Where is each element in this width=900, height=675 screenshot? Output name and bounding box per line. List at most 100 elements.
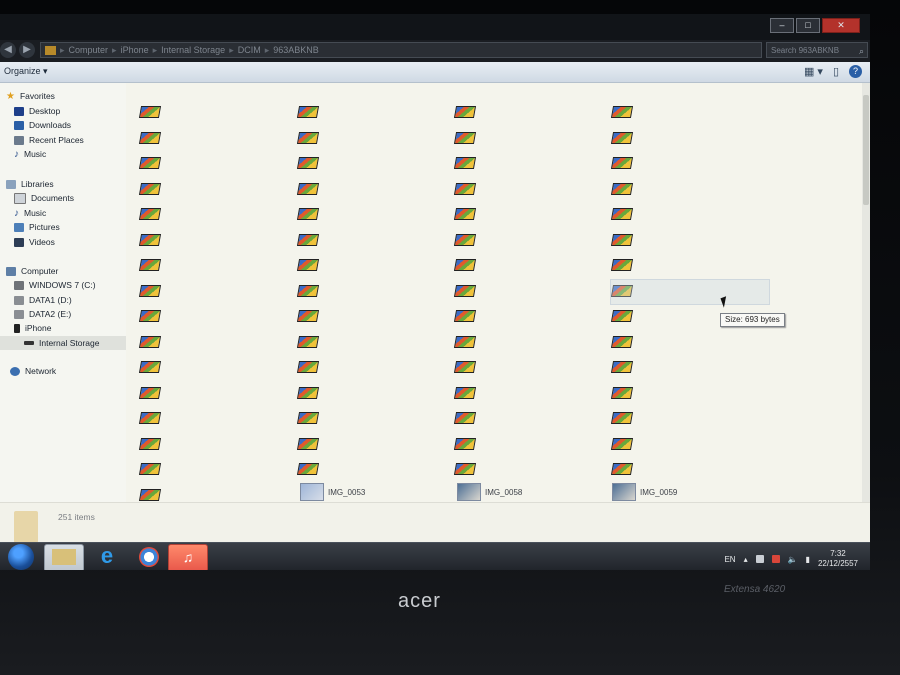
file-icon[interactable] (610, 154, 634, 170)
file-icon[interactable] (610, 384, 634, 400)
nav-drive-d[interactable]: DATA1 (D:) (14, 293, 72, 307)
file-icon[interactable] (453, 384, 477, 400)
breadcrumb-internal-storage[interactable]: Internal Storage (161, 43, 225, 57)
file-icon[interactable] (296, 180, 320, 196)
file-icon[interactable] (610, 358, 634, 374)
scrollbar-thumb[interactable] (863, 95, 869, 205)
file-icon[interactable] (138, 486, 162, 502)
file-icon[interactable] (296, 435, 320, 451)
file-icon[interactable] (453, 435, 477, 451)
file-icon[interactable] (610, 129, 634, 145)
file-icon[interactable] (138, 358, 162, 374)
file-icon[interactable] (610, 103, 634, 119)
file-item[interactable]: IMG_0059 (612, 483, 677, 501)
volume-icon[interactable]: 🔈 (788, 555, 798, 564)
nav-favorites[interactable]: ★ Favorites (6, 89, 55, 103)
minimize-button[interactable]: – (770, 18, 794, 33)
file-icon[interactable] (138, 154, 162, 170)
close-button[interactable]: ✕ (822, 18, 860, 33)
file-icon[interactable] (138, 333, 162, 349)
file-icon[interactable] (138, 256, 162, 272)
file-icon[interactable] (453, 307, 477, 323)
file-icon[interactable] (138, 460, 162, 476)
file-icon[interactable] (296, 154, 320, 170)
file-icon[interactable] (296, 282, 320, 298)
taskbar-itunes-button[interactable]: ♫ (168, 544, 208, 570)
file-icon[interactable] (296, 205, 320, 221)
file-icon[interactable] (296, 409, 320, 425)
breadcrumb-dcim[interactable]: DCIM (238, 43, 261, 57)
file-icon[interactable] (610, 460, 634, 476)
file-icon[interactable] (138, 129, 162, 145)
forward-button[interactable]: ▶ (19, 42, 35, 58)
file-icon[interactable] (138, 205, 162, 221)
file-icon[interactable] (453, 205, 477, 221)
file-icon[interactable] (610, 409, 634, 425)
nav-iphone[interactable]: iPhone (14, 321, 51, 335)
file-icon[interactable] (296, 307, 320, 323)
nav-drive-e[interactable]: DATA2 (E:) (14, 307, 71, 321)
back-button[interactable]: ◀ (0, 42, 16, 58)
file-item[interactable]: IMG_0058 (457, 483, 522, 501)
help-icon[interactable]: ? (849, 65, 862, 78)
file-icon[interactable] (453, 409, 477, 425)
view-options-icon[interactable]: ▦ ▾ (804, 65, 823, 78)
search-input[interactable]: Search 963ABKNB ⌕ (766, 42, 868, 58)
nav-library-music[interactable]: ♪ Music (14, 206, 46, 220)
language-indicator[interactable]: EN (724, 555, 735, 564)
file-icon[interactable] (610, 231, 634, 247)
file-icon[interactable] (296, 384, 320, 400)
file-icon[interactable] (138, 103, 162, 119)
file-icon[interactable] (296, 256, 320, 272)
breadcrumb-iphone[interactable]: iPhone (121, 43, 149, 57)
nav-pictures[interactable]: Pictures (14, 220, 60, 234)
nav-music[interactable]: ♪ Music (14, 147, 46, 161)
nav-network[interactable]: Network (10, 364, 56, 378)
preview-pane-icon[interactable]: ▯ (833, 65, 839, 78)
nav-downloads[interactable]: Downloads (14, 118, 71, 132)
file-icon[interactable] (453, 256, 477, 272)
file-icon[interactable] (453, 103, 477, 119)
file-icon[interactable] (138, 180, 162, 196)
breadcrumb-current-folder[interactable]: 963ABKNB (273, 43, 319, 57)
file-icon[interactable] (453, 358, 477, 374)
file-icon[interactable] (296, 129, 320, 145)
file-icon[interactable] (138, 307, 162, 323)
nav-desktop[interactable]: Desktop (14, 104, 60, 118)
nav-recent-places[interactable]: Recent Places (14, 133, 84, 147)
file-icon[interactable] (453, 129, 477, 145)
maximize-button[interactable]: □ (796, 18, 820, 33)
organize-menu[interactable]: Organize ▾ (4, 66, 48, 77)
file-icon[interactable] (296, 460, 320, 476)
file-icon[interactable] (453, 154, 477, 170)
start-button[interactable] (8, 544, 34, 570)
clock[interactable]: 7:32 22/12/2557 (818, 549, 858, 569)
file-icon[interactable] (610, 333, 634, 349)
file-icon[interactable] (296, 333, 320, 349)
vertical-scrollbar[interactable] (862, 83, 870, 513)
file-icon[interactable] (453, 180, 477, 196)
file-icon[interactable] (296, 358, 320, 374)
file-icon[interactable] (610, 256, 634, 272)
file-icon[interactable] (610, 307, 634, 323)
nav-drive-c[interactable]: WINDOWS 7 (C:) (14, 278, 96, 292)
search-icon[interactable]: ⌕ (859, 43, 864, 59)
file-icon[interactable] (610, 205, 634, 221)
address-bar[interactable]: ▸ Computer ▸ iPhone ▸ Internal Storage ▸… (40, 42, 762, 58)
taskbar-browser-button[interactable] (130, 544, 168, 570)
file-list[interactable]: IMG_0053 IMG_0058 IMG_0059 ▭ ▭ ▭ ▭ ▭ ▭ ▭… (132, 83, 862, 513)
file-icon[interactable] (138, 231, 162, 247)
taskbar-explorer-button[interactable] (44, 544, 84, 570)
flag-icon[interactable] (755, 555, 764, 563)
breadcrumb-computer[interactable]: Computer (69, 43, 109, 57)
file-icon[interactable] (610, 435, 634, 451)
nav-internal-storage[interactable]: Internal Storage (0, 336, 126, 350)
file-icon[interactable] (296, 231, 320, 247)
nav-videos[interactable]: Videos (14, 235, 55, 249)
file-icon[interactable] (138, 435, 162, 451)
power-icon[interactable] (771, 555, 780, 563)
tray-expand-icon[interactable]: ▴ (744, 555, 748, 564)
file-icon[interactable] (138, 282, 162, 298)
file-icon[interactable] (138, 409, 162, 425)
hovered-file-highlight[interactable] (610, 279, 770, 305)
